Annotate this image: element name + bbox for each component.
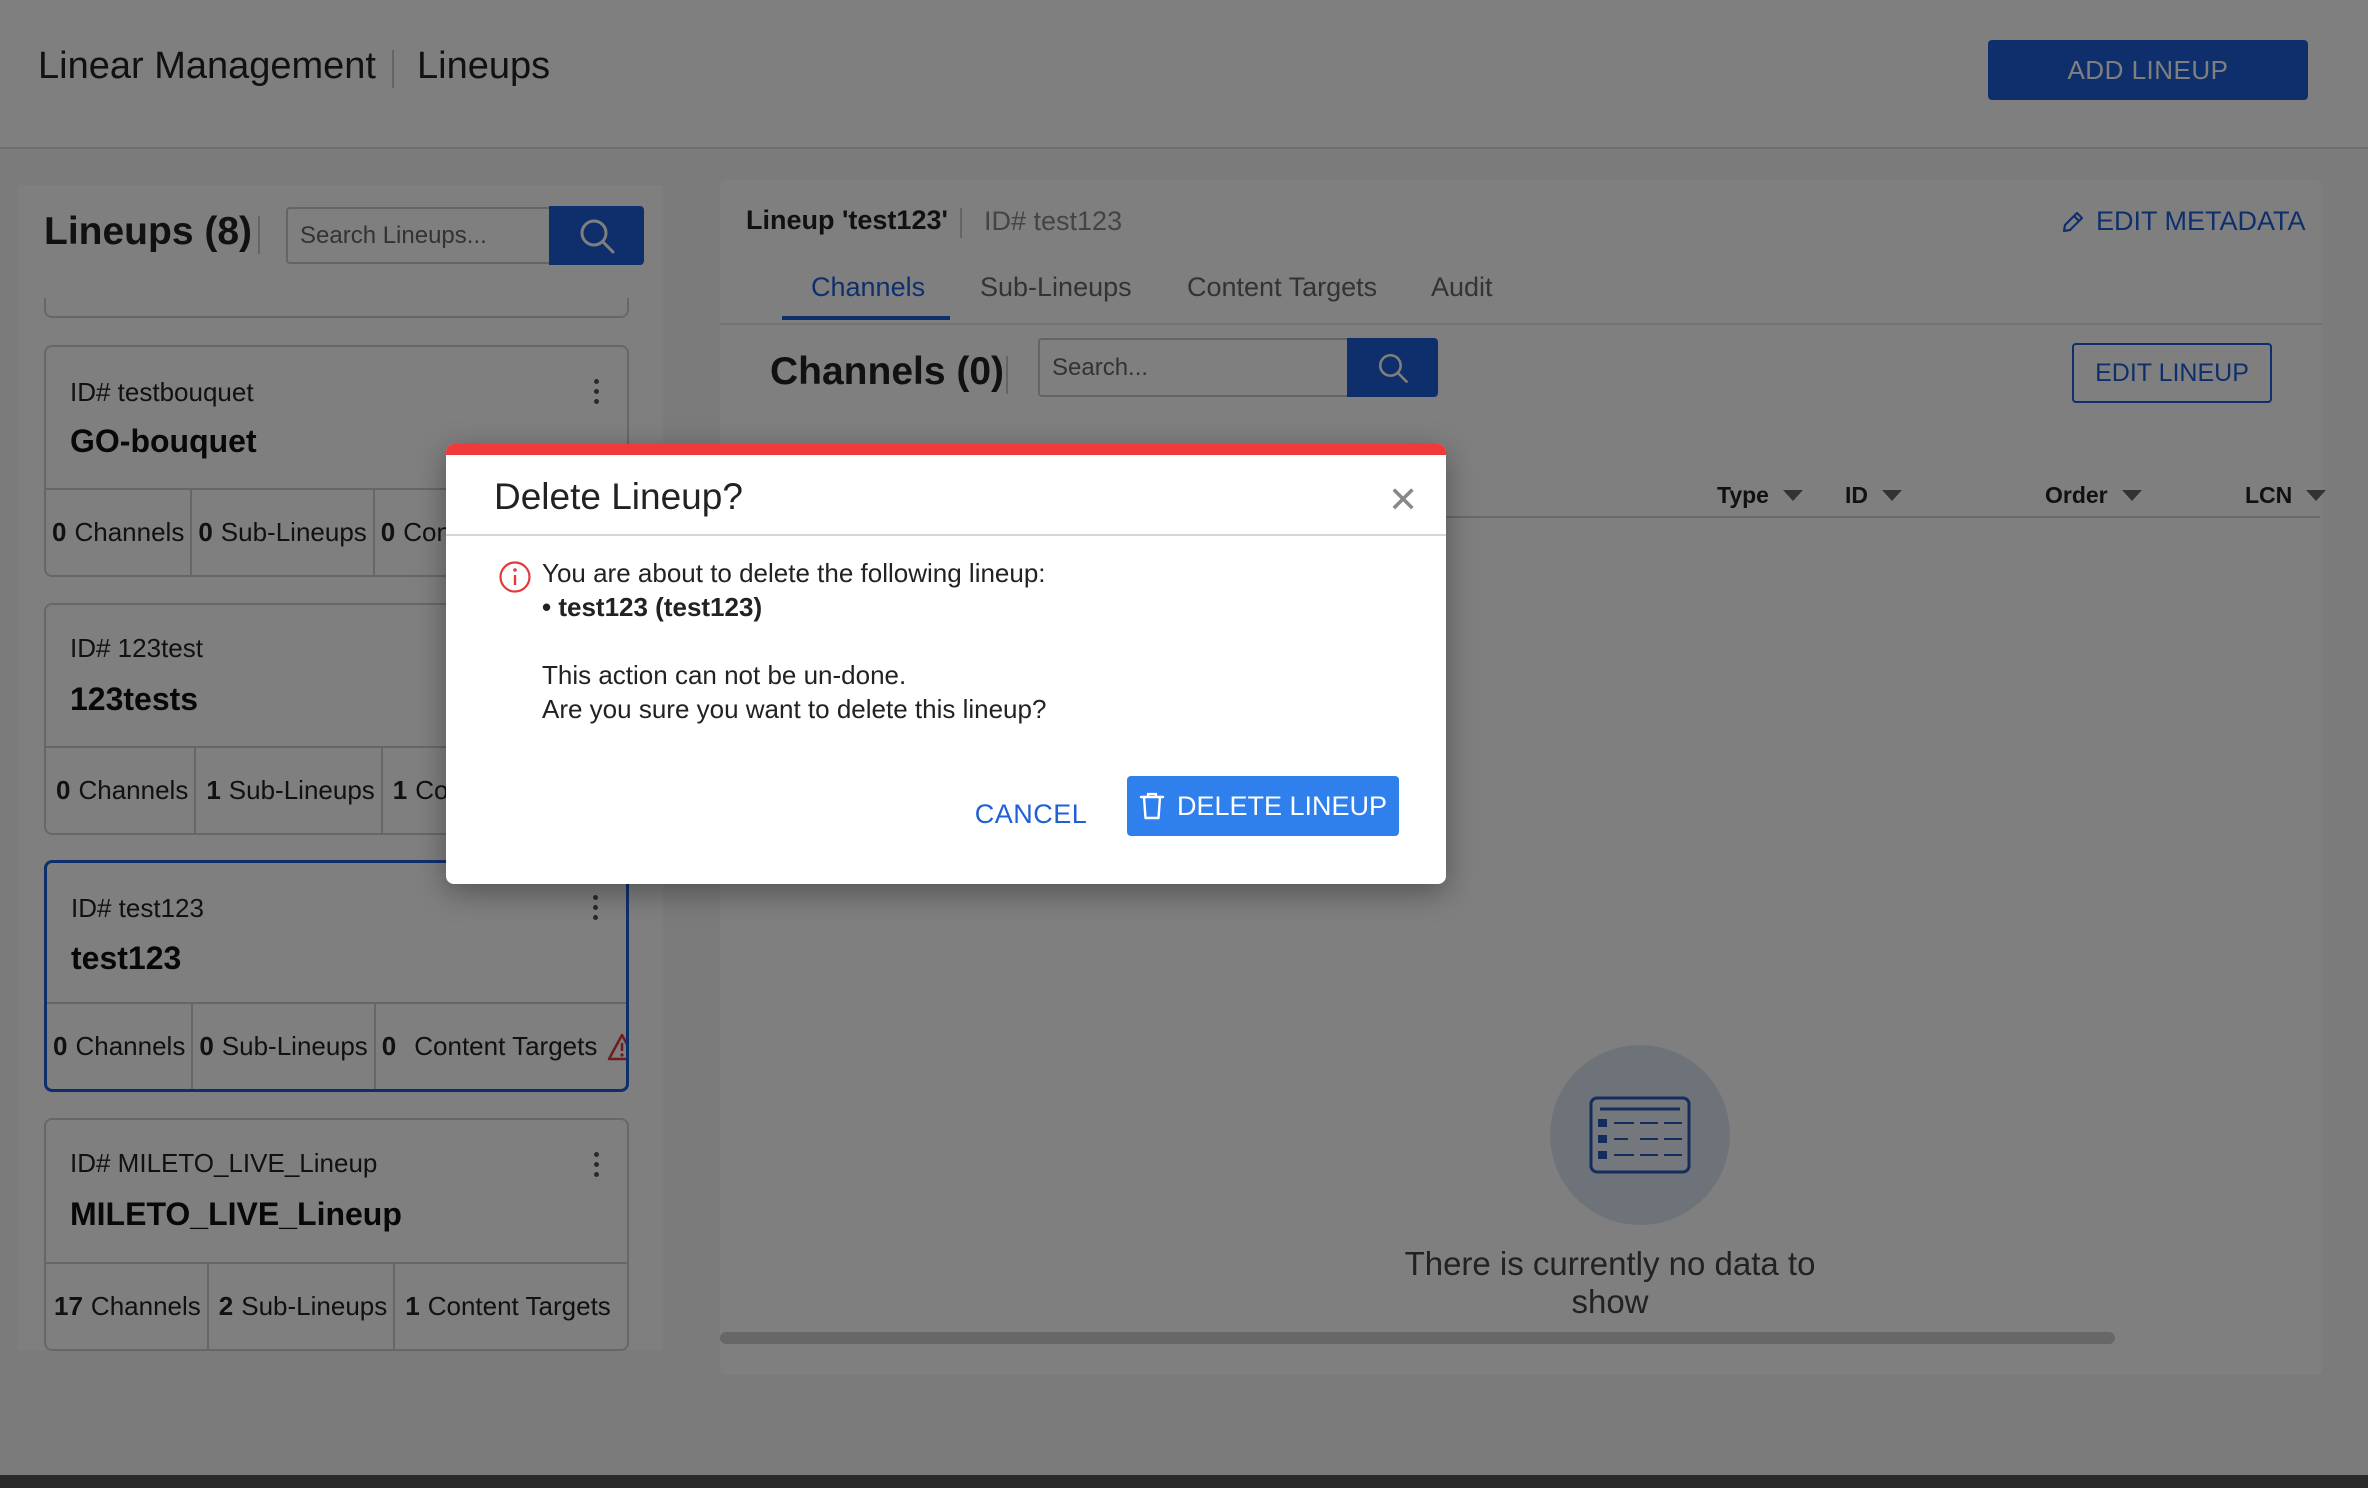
trash-icon: [1139, 792, 1165, 820]
delete-lineup-label: DELETE LINEUP: [1176, 790, 1388, 821]
dialog-divider: [446, 534, 1446, 536]
dialog-confirm-question: Are you sure you want to delete this lin…: [542, 694, 1047, 724]
window-bottom-edge: [0, 1475, 2368, 1488]
info-icon: [499, 561, 531, 593]
danger-bar: [446, 444, 1446, 455]
delete-lineup-dialog: Delete Lineup? ✕ You are about to delete…: [446, 444, 1446, 884]
delete-lineup-button[interactable]: DELETE LINEUP: [1127, 776, 1399, 836]
close-icon[interactable]: ✕: [1388, 482, 1418, 518]
dialog-warning: This action can not be un-done.: [542, 660, 907, 690]
dialog-message: You are about to delete the following li…: [542, 558, 1046, 588]
dialog-lineup-item: • test123 (test123): [542, 592, 763, 622]
cancel-button[interactable]: CANCEL: [966, 786, 1096, 842]
dialog-title: Delete Lineup?: [494, 476, 743, 517]
